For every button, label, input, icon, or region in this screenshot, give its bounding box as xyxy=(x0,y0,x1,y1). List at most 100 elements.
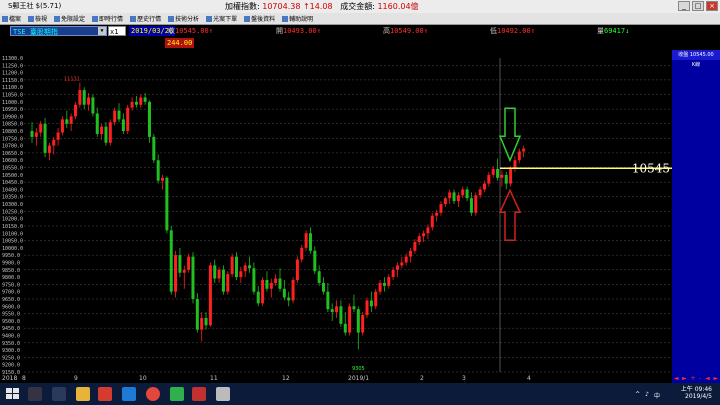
candle-body xyxy=(108,122,112,143)
candle-body xyxy=(34,132,38,137)
menu-settings[interactable]: 免限設定 xyxy=(54,14,85,23)
candle-body xyxy=(65,119,69,124)
candle-body xyxy=(165,177,169,231)
candle-body xyxy=(195,298,199,330)
candle-body xyxy=(121,119,125,132)
candle-body xyxy=(278,278,282,289)
candle-body xyxy=(69,116,73,124)
quote-bar: TSE 臺股期指 ▼ x1 2019/03/20 收10545.00↑ 開104… xyxy=(0,25,720,37)
candle-body xyxy=(413,242,417,251)
index-label: 加權指數: xyxy=(225,2,260,11)
help-icon xyxy=(282,15,289,22)
candle-body xyxy=(191,256,195,299)
y-tick-label: 9900.0 xyxy=(2,260,20,266)
edge-icon[interactable] xyxy=(122,387,136,401)
candle-body xyxy=(239,271,243,278)
menu-help[interactable]: 輔助說明 xyxy=(282,14,313,23)
candlestick-chart[interactable]: 11300.011250.0 11200.011150.011100.0 11050… xyxy=(0,50,672,374)
stock-app-icon[interactable] xyxy=(192,387,206,401)
volume-value: 1160.04億 xyxy=(377,2,419,11)
candle-body xyxy=(252,268,256,292)
candle-body xyxy=(461,189,465,196)
panel-title: 收盤 10545.00 xyxy=(672,50,720,60)
candle-body xyxy=(178,255,182,273)
x-tick-label: 3 xyxy=(462,375,466,382)
ime-icon[interactable]: 中 xyxy=(654,391,660,400)
y-tick-label: 11050.0 xyxy=(2,93,23,99)
candle-body xyxy=(343,323,347,333)
task-view-icon[interactable] xyxy=(52,387,66,401)
y-tick-label: 9400.0 xyxy=(2,333,20,339)
y-tick-label: 9700.0 xyxy=(2,290,20,296)
menu-file[interactable]: 檔案 xyxy=(2,14,21,23)
windows-start-icon[interactable] xyxy=(6,388,20,400)
candle-body xyxy=(322,282,326,292)
app-gray-icon[interactable] xyxy=(216,387,230,401)
right-panel: 收盤 10545.00 K線 xyxy=(672,50,720,374)
line-icon[interactable] xyxy=(170,387,184,401)
candle-body xyxy=(409,250,413,257)
file-explorer-icon[interactable] xyxy=(76,387,90,401)
candle-body xyxy=(443,198,447,205)
menu-after-hours[interactable]: 盤後資料 xyxy=(244,14,275,23)
search-icon[interactable] xyxy=(28,387,42,401)
quote-low: 低10492.00↑ xyxy=(490,27,535,35)
nav-last-icon[interactable]: ► xyxy=(713,375,718,382)
window-controls: _ □ × xyxy=(678,1,718,11)
candle-body xyxy=(130,101,134,108)
candle-body xyxy=(308,233,312,251)
candle-body xyxy=(400,262,404,266)
clock[interactable]: 上午 09:46 2019/4/5 xyxy=(681,386,712,400)
y-tick-label: 9950.0 xyxy=(2,253,20,259)
y-tick-label: 10250.0 xyxy=(2,209,23,215)
candle-body xyxy=(422,233,426,237)
zoom-out-icon[interactable]: - xyxy=(699,375,701,382)
app-red-icon[interactable] xyxy=(98,387,112,401)
menu-order[interactable]: 光案下單 xyxy=(206,14,237,23)
y-tick-label: 10750.0 xyxy=(2,136,23,142)
candle-body xyxy=(339,306,343,324)
candle-body xyxy=(52,139,56,146)
x-tick-label: 11 xyxy=(210,375,218,382)
y-tick-label: 10550.0 xyxy=(2,166,23,172)
chevron-down-icon[interactable]: ▼ xyxy=(98,27,106,35)
y-tick-label: 10850.0 xyxy=(2,122,23,128)
zoom-in-icon[interactable]: + xyxy=(691,375,696,382)
y-tick-label: 10000.0 xyxy=(2,246,23,252)
title-bar: S郵王社 $(5.71) 加權指數: 10704.38 ↑14.08 成交金額:… xyxy=(0,0,720,13)
candle-body xyxy=(221,269,225,292)
candle-body xyxy=(60,119,64,133)
tray-expand-icon[interactable]: ^ xyxy=(635,391,640,400)
menu-view[interactable]: 檢視 xyxy=(28,14,47,23)
candle-body xyxy=(139,97,143,105)
candle-body xyxy=(509,168,513,184)
y-tick-label: 9550.0 xyxy=(2,312,20,318)
candle-body xyxy=(313,250,317,272)
y-tick-label: 11200.0 xyxy=(2,71,23,77)
volume-icon[interactable]: ♪ xyxy=(645,391,649,400)
stock-select[interactable]: TSE 臺股期指 ▼ xyxy=(10,26,107,36)
nav-first-icon[interactable]: ◄ xyxy=(705,375,710,382)
nav-left-icon[interactable]: ◄ xyxy=(674,375,679,382)
chart-nav: ◄ ► + - ◄ ► xyxy=(672,374,720,383)
candle-body xyxy=(117,110,121,120)
x-tick-label: 2 xyxy=(420,375,424,382)
candle-body xyxy=(147,101,151,137)
multiplier-select[interactable]: x1 xyxy=(108,26,126,36)
y-tick-label: 10400.0 xyxy=(2,187,23,193)
candle-body xyxy=(187,256,191,270)
minimize-button[interactable]: _ xyxy=(678,1,690,11)
nav-right-icon[interactable]: ► xyxy=(682,375,687,382)
candle-body xyxy=(30,131,34,137)
candle-body xyxy=(295,259,299,280)
close-button[interactable]: × xyxy=(706,1,718,11)
candle-body xyxy=(217,269,221,279)
y-tick-label: 9500.0 xyxy=(2,319,20,325)
maximize-button[interactable]: □ xyxy=(692,1,704,11)
candle-body xyxy=(300,247,304,260)
menu-history[interactable]: 歷史行情 xyxy=(130,14,161,23)
menu-realtime[interactable]: 即時行情 xyxy=(92,14,123,23)
chrome-icon[interactable] xyxy=(146,387,160,401)
price-label: 10545 xyxy=(632,161,670,175)
menu-technical[interactable]: 技術分析 xyxy=(168,14,199,23)
